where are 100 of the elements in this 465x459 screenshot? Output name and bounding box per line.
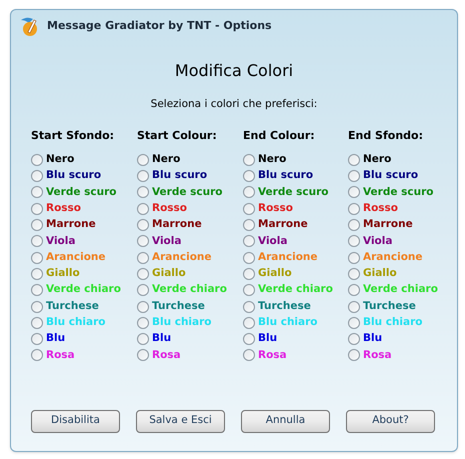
color-radio-option[interactable]: Blu — [137, 331, 243, 348]
radio-button[interactable] — [31, 284, 43, 296]
color-radio-option[interactable]: Blu — [348, 331, 448, 348]
color-radio-option[interactable]: Arancione — [31, 250, 137, 266]
color-radio-option[interactable]: Turchese — [31, 298, 137, 315]
radio-button[interactable] — [348, 300, 360, 313]
color-radio-option[interactable]: Blu scuro — [243, 168, 348, 184]
radio-button[interactable] — [348, 316, 360, 329]
color-radio-option[interactable]: Rosa — [137, 347, 243, 364]
radio-button[interactable] — [137, 219, 149, 232]
radio-button[interactable] — [31, 316, 43, 329]
radio-button[interactable] — [137, 316, 149, 329]
color-radio-option[interactable]: Rosa — [243, 347, 348, 364]
radio-button[interactable] — [243, 235, 255, 248]
color-radio-option[interactable]: Marrone — [31, 216, 137, 234]
color-radio-option[interactable]: Blu scuro — [31, 168, 137, 184]
dialog-button[interactable]: About? — [346, 410, 435, 433]
radio-button[interactable] — [137, 154, 149, 166]
radio-button[interactable] — [31, 154, 43, 166]
color-radio-option[interactable]: Rosso — [31, 200, 137, 217]
color-radio-option[interactable]: Rosso — [137, 200, 243, 217]
color-radio-option[interactable]: Blu scuro — [137, 168, 243, 184]
color-radio-option[interactable]: Turchese — [348, 298, 448, 315]
color-radio-option[interactable]: Giallo — [137, 266, 243, 282]
radio-button[interactable] — [31, 186, 43, 198]
color-radio-option[interactable]: Rosa — [31, 347, 137, 364]
color-radio-option[interactable]: Rosa — [348, 347, 448, 364]
radio-button[interactable] — [137, 284, 149, 296]
color-radio-option[interactable]: Nero — [31, 152, 137, 168]
radio-button[interactable] — [137, 186, 149, 198]
radio-button[interactable] — [243, 186, 255, 198]
radio-button[interactable] — [348, 154, 360, 166]
color-radio-option[interactable]: Verde scuro — [31, 184, 137, 201]
radio-button[interactable] — [31, 235, 43, 248]
color-radio-option[interactable]: Nero — [243, 152, 348, 168]
radio-button[interactable] — [243, 349, 255, 362]
radio-button[interactable] — [137, 333, 149, 346]
color-radio-option[interactable]: Giallo — [348, 266, 448, 282]
color-radio-option[interactable]: Blu — [31, 331, 137, 348]
radio-button[interactable] — [243, 219, 255, 232]
radio-button[interactable] — [243, 284, 255, 296]
radio-button[interactable] — [348, 349, 360, 362]
color-radio-option[interactable]: Turchese — [243, 298, 348, 315]
color-radio-option[interactable]: Viola — [243, 233, 348, 250]
radio-button[interactable] — [137, 349, 149, 362]
radio-button[interactable] — [137, 268, 149, 280]
radio-button[interactable] — [348, 170, 360, 182]
radio-button[interactable] — [31, 349, 43, 362]
radio-button[interactable] — [243, 252, 255, 264]
color-radio-option[interactable]: Arancione — [137, 250, 243, 266]
radio-button[interactable] — [137, 202, 149, 215]
radio-button[interactable] — [31, 170, 43, 182]
radio-button[interactable] — [31, 252, 43, 264]
color-radio-option[interactable]: Arancione — [348, 250, 448, 266]
radio-button[interactable] — [137, 252, 149, 264]
color-radio-option[interactable]: Viola — [31, 233, 137, 250]
radio-button[interactable] — [243, 268, 255, 280]
radio-button[interactable] — [137, 170, 149, 182]
radio-button[interactable] — [31, 333, 43, 346]
radio-button[interactable] — [243, 154, 255, 166]
color-radio-option[interactable]: Nero — [137, 152, 243, 168]
dialog-button[interactable]: Annulla — [241, 410, 330, 433]
color-radio-option[interactable]: Blu — [243, 331, 348, 348]
color-radio-option[interactable]: Giallo — [243, 266, 348, 282]
radio-button[interactable] — [137, 300, 149, 313]
radio-button[interactable] — [31, 268, 43, 280]
radio-button[interactable] — [348, 333, 360, 346]
radio-button[interactable] — [348, 252, 360, 264]
radio-button[interactable] — [348, 186, 360, 198]
radio-button[interactable] — [348, 235, 360, 248]
radio-button[interactable] — [137, 235, 149, 248]
color-radio-option[interactable]: Verde scuro — [243, 184, 348, 201]
radio-button[interactable] — [348, 268, 360, 280]
color-radio-option[interactable]: Giallo — [31, 266, 137, 282]
color-radio-option[interactable]: Viola — [348, 233, 448, 250]
radio-button[interactable] — [243, 202, 255, 215]
color-radio-option[interactable]: Blu scuro — [348, 168, 448, 184]
color-radio-option[interactable]: Rosso — [243, 200, 348, 217]
color-radio-option[interactable]: Arancione — [243, 250, 348, 266]
color-radio-option[interactable]: Rosso — [348, 200, 448, 217]
color-radio-option[interactable]: Marrone — [348, 216, 448, 234]
radio-button[interactable] — [243, 300, 255, 313]
radio-button[interactable] — [31, 202, 43, 215]
color-radio-option[interactable]: Verde scuro — [348, 184, 448, 201]
dialog-button[interactable]: Salva e Esci — [136, 410, 225, 433]
color-radio-option[interactable]: Marrone — [137, 216, 243, 234]
radio-button[interactable] — [348, 202, 360, 215]
radio-button[interactable] — [31, 300, 43, 313]
radio-button[interactable] — [348, 284, 360, 296]
color-radio-option[interactable]: Nero — [348, 152, 448, 168]
radio-button[interactable] — [243, 170, 255, 182]
radio-button[interactable] — [243, 333, 255, 346]
radio-button[interactable] — [348, 219, 360, 232]
color-radio-option[interactable]: Viola — [137, 233, 243, 250]
dialog-button[interactable]: Disabilita — [31, 410, 120, 433]
radio-button[interactable] — [31, 219, 43, 232]
color-radio-option[interactable]: Verde scuro — [137, 184, 243, 201]
radio-button[interactable] — [243, 316, 255, 329]
color-radio-option[interactable]: Turchese — [137, 298, 243, 315]
color-radio-option[interactable]: Marrone — [243, 216, 348, 234]
